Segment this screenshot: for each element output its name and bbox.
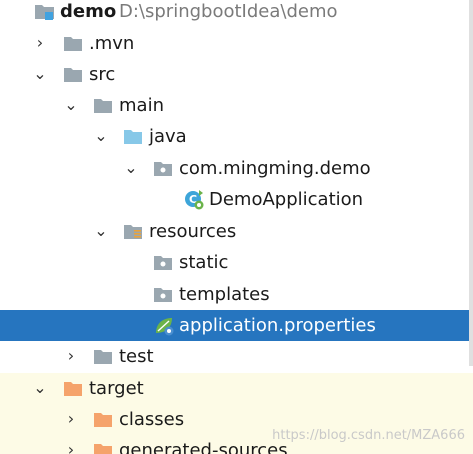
tree-node-target[interactable]: ⌄ target xyxy=(0,373,473,404)
package-icon xyxy=(153,160,173,177)
tree-node-label: resources xyxy=(149,221,237,242)
excluded-folder-icon xyxy=(63,380,83,397)
vertical-scrollbar[interactable] xyxy=(469,0,473,366)
tree-node-label: target xyxy=(89,378,144,399)
excluded-folder-icon xyxy=(93,411,113,428)
folder-icon xyxy=(63,66,83,83)
chevron-down-icon[interactable]: ⌄ xyxy=(93,222,109,240)
tree-node-application-properties[interactable]: application.properties xyxy=(0,310,473,341)
folder-icon xyxy=(63,35,83,52)
chevron-right-icon[interactable]: › xyxy=(63,347,79,365)
tree-node-label: test xyxy=(119,346,154,367)
chevron-down-icon[interactable]: ⌄ xyxy=(32,379,48,397)
chevron-right-icon[interactable]: › xyxy=(63,441,79,454)
resources-folder-icon xyxy=(123,223,143,240)
tree-node-static[interactable]: static xyxy=(0,247,473,278)
excluded-folder-icon xyxy=(93,442,113,454)
tree-node-label: templates xyxy=(179,284,270,305)
tree-node-label: java xyxy=(149,126,187,147)
tree-node-test[interactable]: › test xyxy=(0,341,473,372)
tree-node-resources[interactable]: ⌄ resources xyxy=(0,216,473,247)
tree-node-demo[interactable]: ⌄ demo D:\springbootIdea\demo xyxy=(0,0,473,27)
project-tree: ⌄ demo D:\springbootIdea\demo › .mvn ⌄ s… xyxy=(0,0,473,454)
tree-node-java[interactable]: ⌄ java xyxy=(0,121,473,152)
chevron-down-icon[interactable]: ⌄ xyxy=(63,96,79,114)
source-root-folder-icon xyxy=(123,128,143,145)
tree-node-label: classes xyxy=(119,409,185,430)
tree-node-label: com.mingming.demo xyxy=(179,158,371,179)
tree-node-label: DemoApplication xyxy=(209,189,364,210)
tree-node-label: demo xyxy=(60,1,117,22)
tree-node-label: .mvn xyxy=(89,33,135,54)
spring-boot-class-icon: C xyxy=(183,188,205,210)
module-path: D:\springbootIdea\demo xyxy=(119,1,338,22)
tree-node-label: src xyxy=(89,64,116,85)
chevron-down-icon[interactable]: ⌄ xyxy=(32,65,48,83)
chevron-right-icon[interactable]: › xyxy=(32,34,48,52)
chevron-down-icon[interactable]: ⌄ xyxy=(123,159,139,177)
chevron-right-icon[interactable]: › xyxy=(63,410,79,428)
module-folder-icon xyxy=(34,3,54,20)
tree-node-label: static xyxy=(179,252,229,273)
folder-icon xyxy=(93,348,113,365)
spring-properties-icon xyxy=(153,314,175,336)
tree-node-label: generated-sources xyxy=(119,440,288,454)
tree-node-mvn[interactable]: › .mvn xyxy=(0,28,473,59)
tree-node-label: main xyxy=(119,95,164,116)
tree-node-label: application.properties xyxy=(179,315,376,336)
tree-node-src[interactable]: ⌄ src xyxy=(0,59,473,90)
tree-node-demoapplication[interactable]: C DemoApplication xyxy=(0,184,473,215)
chevron-down-icon[interactable]: ⌄ xyxy=(93,127,109,145)
watermark: https://blog.csdn.net/MZA666 xyxy=(272,428,465,443)
package-icon xyxy=(153,254,173,271)
package-icon xyxy=(153,286,173,303)
folder-icon xyxy=(93,97,113,114)
tree-node-templates[interactable]: templates xyxy=(0,279,473,310)
tree-node-package[interactable]: ⌄ com.mingming.demo xyxy=(0,153,473,184)
tree-node-main[interactable]: ⌄ main xyxy=(0,90,473,121)
